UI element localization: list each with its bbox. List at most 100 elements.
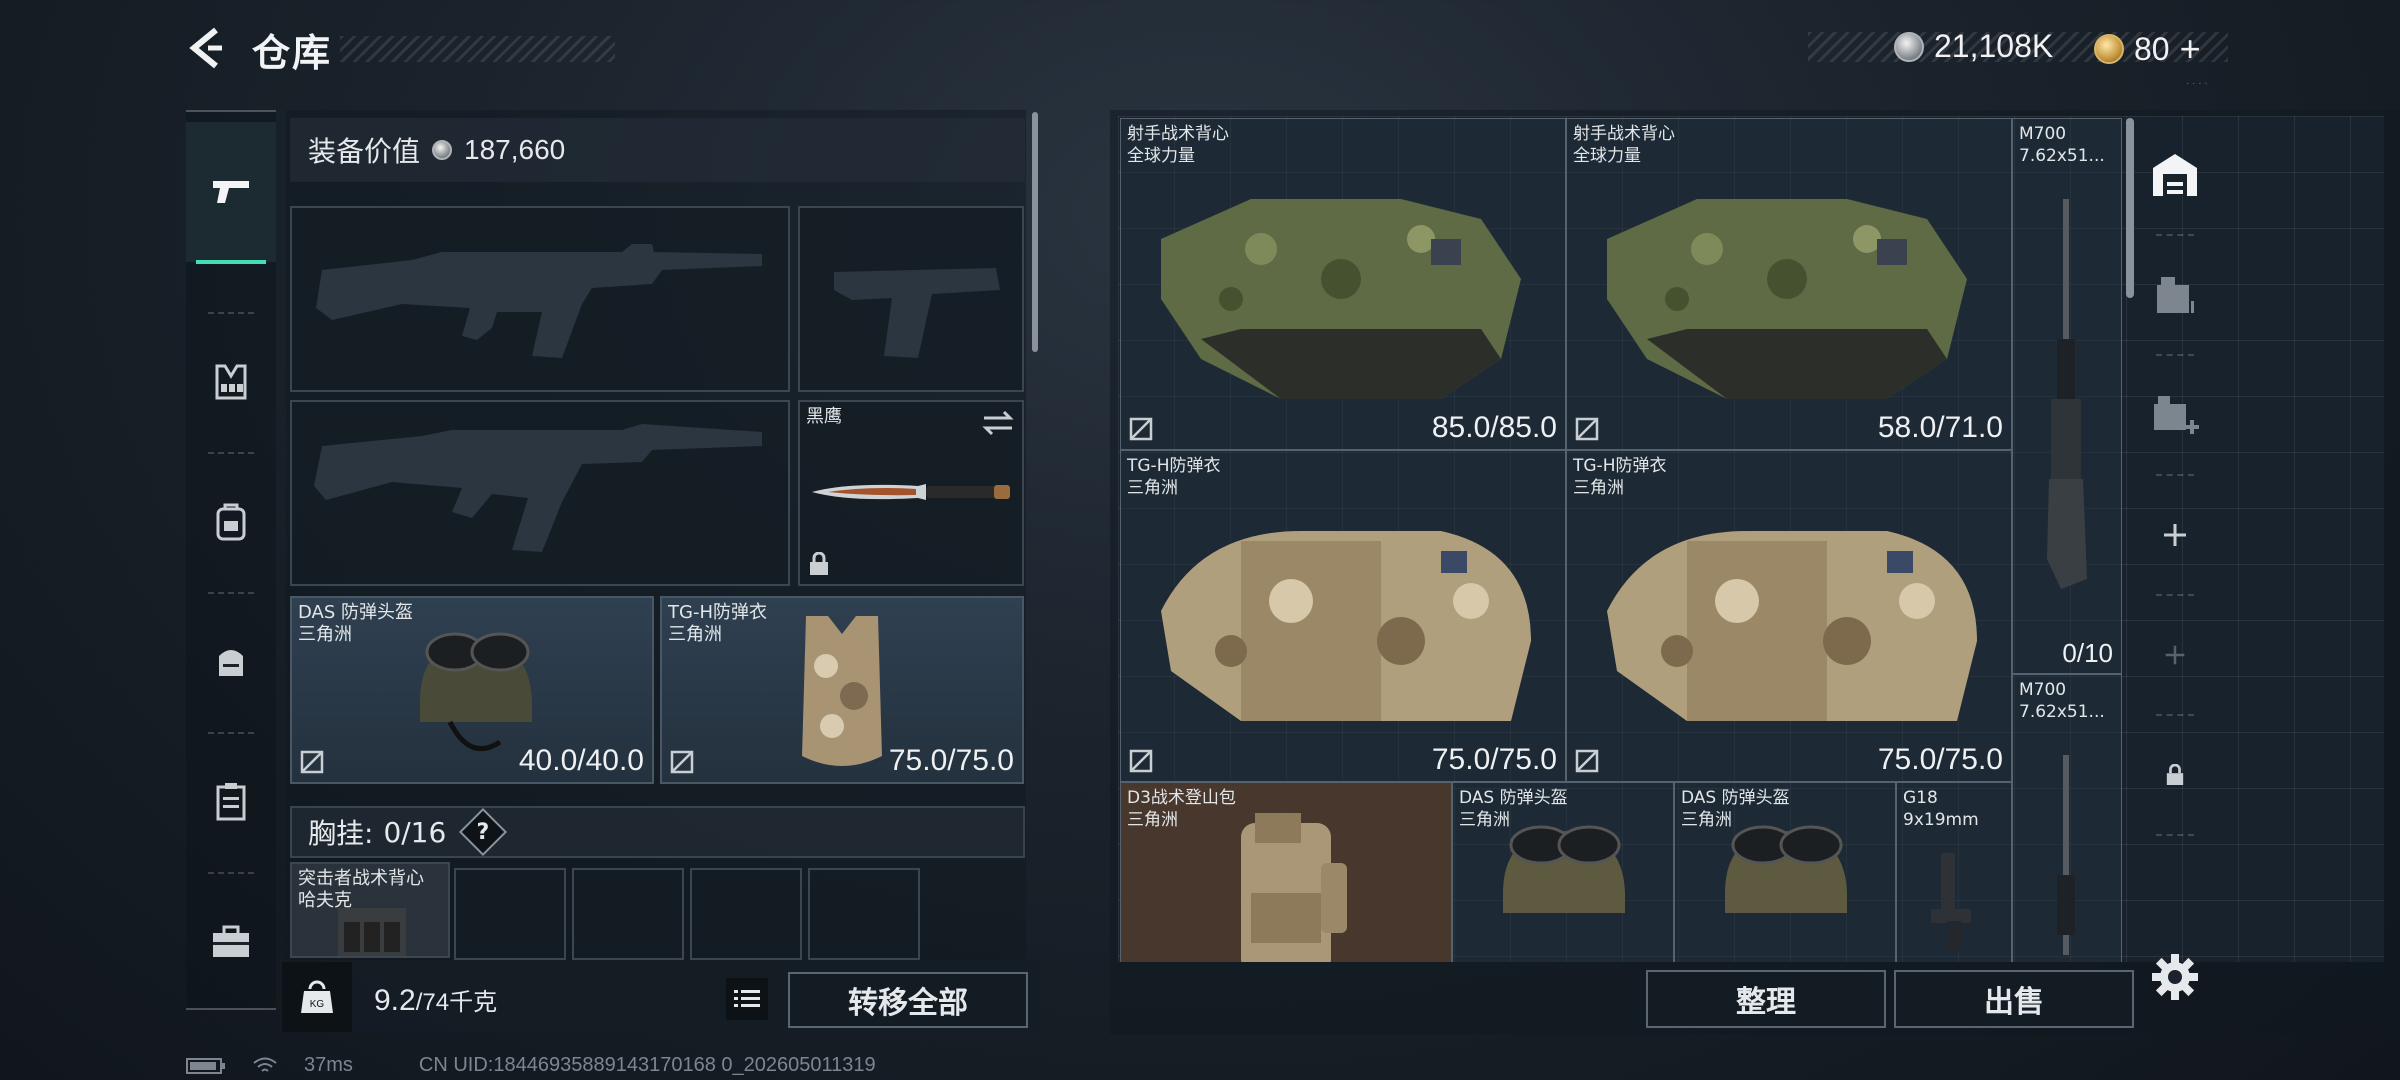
no-repair-icon [670,750,694,774]
nav-case[interactable] [186,732,276,872]
chest-rig-label: 胸挂: [308,817,374,850]
helmet-brand: 三角洲 [298,624,352,645]
sell-button[interactable]: 出售 [1894,970,2134,1028]
primary-weapon-slot[interactable] [290,206,790,392]
warehouse-item[interactable]: TG-H防弹衣 三角洲 75.0/75.0 [1120,450,1566,782]
armor-image [1161,531,1531,721]
transfer-all-button[interactable]: 转移全部 [788,972,1028,1028]
armor-name: TG-H防弹衣 [668,602,767,623]
wifi-icon [253,1057,277,1072]
helmet-slot[interactable]: DAS 防弹头盔 三角洲 40.0/40.0 [290,596,654,784]
gold-currency[interactable]: 80 + [2094,28,2201,70]
armor-image [1607,531,1977,721]
weight-max: /74千克 [415,989,498,1016]
warehouse-item[interactable]: DAS 防弹头盔 三角洲 [1452,782,1674,962]
warehouse-item[interactable]: M700 7.62x51... 0/10 [2012,118,2122,674]
rig-pocket-4[interactable] [808,868,920,960]
item-name: TG-H防弹衣 [1573,456,1667,476]
nav-backpack[interactable] [186,452,276,592]
rig-image [338,908,406,956]
warehouse-item[interactable]: DAS 防弹头盔 三角洲 [1674,782,1896,962]
item-durability: 75.0/75.0 [1877,743,2003,776]
rig-pocket-1[interactable] [454,868,566,960]
add-tab-button[interactable] [2140,490,2210,580]
gold-amount: 80 [2134,30,2170,67]
sniper-rifle-image [2057,755,2075,955]
item-name: TG-H防弹衣 [1127,456,1221,476]
nav-weapons[interactable] [186,122,276,264]
nav-toolbox[interactable] [186,872,276,1012]
item-name: D3战术登山包 [1127,788,1236,808]
tab-warehouse-main[interactable] [2140,130,2210,220]
add-tab-button-disabled[interactable] [2140,610,2210,700]
equipment-value: 187,660 [464,134,566,165]
toolbox-icon [213,925,249,957]
sidearm-slot[interactable] [798,206,1024,392]
warehouse-item[interactable]: 射手战术背心 全球力量 85.0/85.0 [1120,118,1566,450]
rifle-silhouette-icon [314,424,762,552]
secondary-weapon-slot[interactable] [290,400,790,586]
tab-add-storage[interactable] [2140,370,2210,460]
equipment-scrollbar[interactable] [1032,112,1038,352]
lock-icon [2166,764,2184,785]
list-icon [734,990,760,1007]
locked-tab[interactable] [2140,730,2210,820]
vest-icon [215,364,247,400]
warehouse-tab-nav [2140,110,2210,970]
warehouse-item[interactable]: 射手战术背心 全球力量 58.0/71.0 [1566,118,2012,450]
user-uid: CN UID:18446935889143170168 0_2026050113… [418,1054,876,1076]
add-storage-icon [2154,396,2199,434]
item-caliber: 7.62x51... [2019,146,2105,166]
melee-slot[interactable]: 黑鹰 [798,400,1024,586]
warehouse-item[interactable]: TG-H防弹衣 三角洲 75.0/75.0 [1566,450,2012,782]
warehouse-scrollbar[interactable] [2126,118,2134,298]
ping-readout: 37ms [304,1054,353,1076]
armor-slot[interactable]: TG-H防弹衣 三角洲 75.0/75.0 [660,596,1024,784]
add-gold-icon[interactable]: + [2180,28,2201,70]
equipment-value-label: 装备价值 [308,136,421,167]
warehouse-item[interactable]: G18 9x19mm [1896,782,2012,962]
settings-gear-icon[interactable] [2150,952,2200,1002]
rig-pocket-3[interactable] [690,868,802,960]
title-decoration [340,36,615,62]
armor-image [802,616,882,766]
status-bar: 37ms CN UID:18446935889143170168 0_20260… [186,1054,876,1077]
sort-button[interactable]: 整理 [1646,970,1886,1028]
item-ammo: 0/10 [2062,638,2113,668]
page-title: 仓库 [252,31,333,75]
help-icon[interactable]: ? [459,807,508,857]
pistol-silhouette-icon [834,268,1000,358]
item-name: 射手战术背心 [1573,124,1675,144]
item-durability: 58.0/71.0 [1877,411,2003,444]
case-icon [216,783,246,821]
gold-coin-icon [2094,34,2124,64]
no-repair-icon [1575,749,1599,773]
equipment-category-nav [186,110,276,1010]
lock-icon [810,552,828,575]
sniper-rifle-image [2047,199,2087,589]
nav-pouch[interactable] [186,592,276,732]
pistol-icon [213,181,249,203]
rifle-silhouette-icon [316,244,762,358]
knife-icon [812,484,1010,500]
chest-rig-item[interactable]: 突击者战术背心 哈夫克 [290,862,450,958]
no-repair-icon [1129,749,1153,773]
item-durability: 85.0/85.0 [1431,411,1557,444]
silver-amount: 21,108K [1934,28,2054,64]
tab-storage-expand[interactable] [2140,250,2210,340]
back-arrow-icon[interactable] [186,26,226,70]
warehouse-item[interactable]: D3战术登山包 三角洲 [1120,782,1452,962]
armor-brand: 三角洲 [668,624,722,645]
nav-vest[interactable] [186,312,276,452]
list-view-button[interactable] [726,978,768,1020]
backpack-icon [216,503,246,541]
helmet-durability: 40.0/40.0 [518,744,644,777]
item-name: 射手战术背心 [1127,124,1229,144]
warehouse-item[interactable]: M700 7.62x51... [2012,674,2122,962]
swap-icon[interactable] [982,410,1014,436]
item-brand: 三角洲 [1127,810,1178,830]
version-mark: · · · · [2186,78,2208,89]
rig-pocket-2[interactable] [572,868,684,960]
warehouse-icon [2153,154,2197,196]
item-durability: 75.0/75.0 [1431,743,1557,776]
